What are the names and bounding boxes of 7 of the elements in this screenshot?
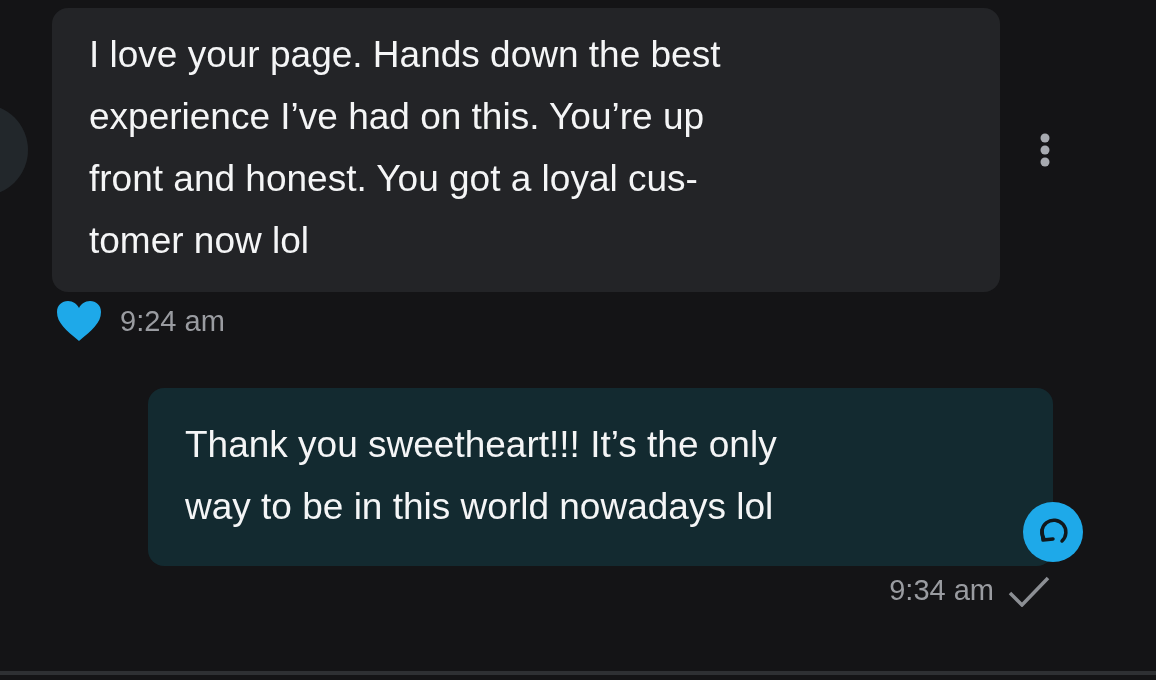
- message-text: I love your page. Hands down the best experience I’ve had on this. You’re up front and honest. You got a loyal cus- tomer now lol: [89, 33, 722, 263]
- message-time: 9:24 am: [120, 304, 225, 338]
- message-text: Thank you sweetheart!!! It’s the only way to be in this world nowadays lol: [185, 423, 778, 529]
- more-options-icon[interactable]: [1038, 132, 1052, 168]
- undo-icon[interactable]: [1022, 501, 1084, 563]
- message-time: 9:34 am: [889, 574, 994, 607]
- heart-icon[interactable]: [56, 300, 102, 342]
